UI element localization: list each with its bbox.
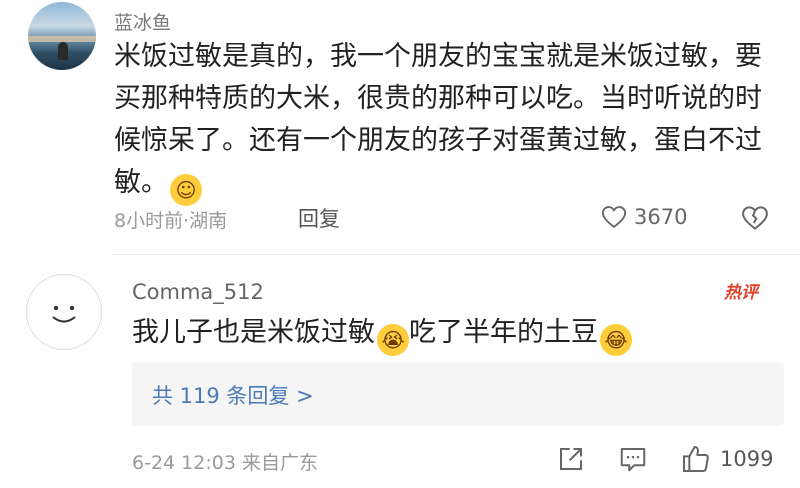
comment-divider (114, 254, 800, 255)
comment-text: 米饭过敏是真的，我一个朋友的宝宝就是米饭过敏，要买那种特质的大米，很贵的那种可以… (114, 36, 784, 206)
heart-icon (601, 206, 627, 229)
comment-text: 我儿子也是米饭过敏 😭 吃了半年的土豆 😂 (132, 312, 632, 356)
broken-heart-icon[interactable] (740, 203, 770, 233)
comment-text-part1: 我儿子也是米饭过敏 (132, 317, 375, 348)
comment-meta: 8小时前·湖南 (114, 210, 228, 232)
avatar-person-figure (58, 42, 68, 60)
like-count: 1099 (720, 447, 774, 471)
reply-button[interactable]: 回复 (298, 203, 340, 233)
rofl-emoji-icon: ☺ (170, 174, 202, 206)
comment-icon[interactable] (618, 444, 648, 474)
comment-username[interactable]: 蓝冰鱼 (114, 8, 171, 35)
share-icon[interactable] (556, 444, 586, 474)
like-count: 3670 (634, 205, 688, 229)
smiley-face-icon (51, 305, 76, 322)
thumbs-up-icon (683, 446, 709, 472)
comment-meta: 6-24 12:03 来自广东 (132, 452, 318, 474)
laughing-tears-emoji-icon: 😂 (600, 324, 632, 356)
view-replies-link[interactable]: 共 119 条回复 > (152, 380, 314, 410)
like-button[interactable]: 3670 (600, 201, 687, 233)
user-avatar[interactable] (28, 2, 96, 70)
thumbs-up-button[interactable]: 1099 (680, 442, 773, 476)
crying-emoji-icon: 😭 (377, 324, 409, 356)
replies-summary-box[interactable]: 共 119 条回复 > (132, 362, 784, 426)
comment-text-content: 米饭过敏是真的，我一个朋友的宝宝就是米饭过敏，要买那种特质的大米，很贵的那种可以… (114, 41, 762, 198)
comment-text-part2: 吃了半年的土豆 (409, 317, 598, 348)
hot-comment-badge: 热评 (724, 283, 758, 303)
user-avatar-smiley[interactable] (26, 274, 102, 350)
reply-username[interactable]: Comma_512 (132, 280, 264, 304)
